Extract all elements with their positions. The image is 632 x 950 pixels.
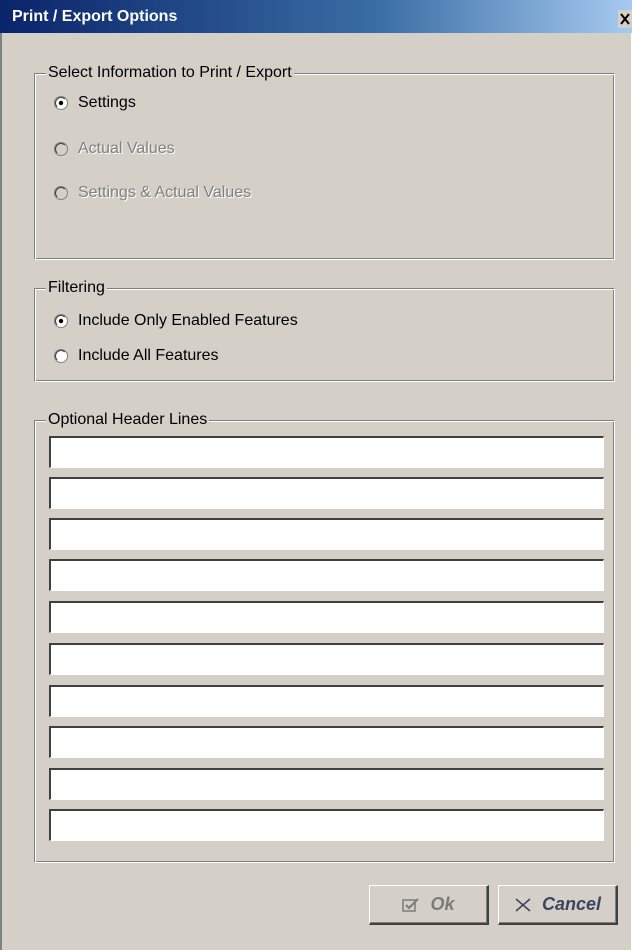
title-bar[interactable]: Print / Export Options (0, 0, 632, 33)
radio-unselected-icon (54, 186, 68, 200)
radio-settings[interactable]: Settings (54, 92, 136, 114)
filtering-group: Filtering Include Only Enabled Features … (34, 278, 615, 382)
radio-include-all-features[interactable]: Include All Features (54, 345, 219, 367)
window-title: Print / Export Options (12, 8, 178, 25)
radio-settings-and-actual-values[interactable]: Settings & Actual Values (54, 182, 251, 204)
ok-button-label: Ok (430, 894, 455, 914)
optional-header-lines-group: Optional Header Lines (34, 410, 615, 863)
header-line-3-input[interactable] (49, 518, 604, 550)
header-line-10-input[interactable] (49, 809, 604, 841)
header-line-2-input[interactable] (49, 477, 604, 509)
close-icon (618, 10, 632, 28)
x-icon (514, 897, 532, 913)
radio-unselected-icon (54, 142, 68, 156)
select-information-legend: Select Information to Print / Export (46, 63, 294, 83)
radio-actual-values[interactable]: Actual Values (54, 138, 175, 160)
radio-settings-and-actual-values-label: Settings & Actual Values (78, 184, 252, 201)
radio-actual-values-label: Actual Values (78, 140, 175, 157)
cancel-button[interactable]: Cancel (498, 885, 618, 925)
close-button[interactable] (618, 10, 632, 28)
optional-header-lines-legend: Optional Header Lines (46, 410, 210, 430)
header-line-1-input[interactable] (49, 436, 604, 468)
radio-unselected-icon (54, 349, 68, 363)
radio-include-enabled-features-label: Include Only Enabled Features (78, 312, 298, 329)
radio-include-enabled-features[interactable]: Include Only Enabled Features (54, 310, 298, 332)
radio-include-all-features-label: Include All Features (78, 347, 219, 364)
header-line-6-input[interactable] (49, 643, 604, 675)
header-line-7-input[interactable] (49, 685, 604, 717)
filtering-legend: Filtering (46, 278, 107, 298)
header-line-9-input[interactable] (49, 768, 604, 800)
print-export-dialog: Print / Export Options Select Informatio… (0, 0, 632, 950)
radio-settings-label: Settings (78, 94, 136, 111)
radio-selected-icon (54, 314, 68, 328)
ok-button[interactable]: Ok (369, 885, 489, 925)
header-line-5-input[interactable] (49, 601, 604, 633)
select-information-group: Select Information to Print / Export Set… (34, 63, 615, 260)
header-line-4-input[interactable] (49, 559, 604, 591)
window-left-border (0, 33, 2, 950)
cancel-button-label: Cancel (541, 894, 602, 914)
checkmark-icon (402, 897, 420, 912)
header-line-8-input[interactable] (49, 726, 604, 758)
radio-selected-icon (54, 96, 68, 110)
